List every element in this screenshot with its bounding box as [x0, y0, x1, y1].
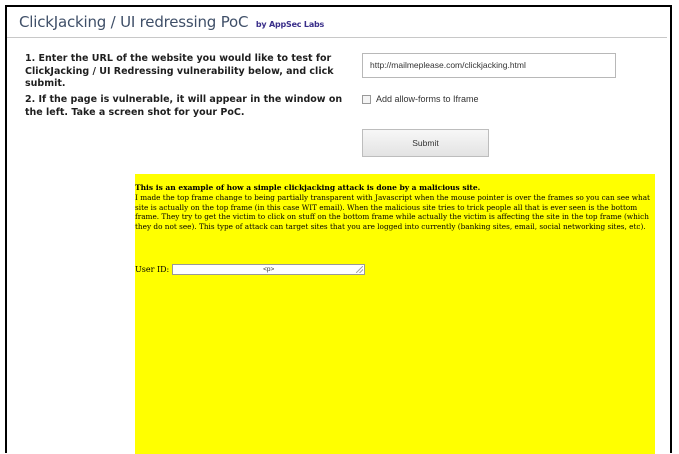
userid-textarea[interactable]: <p>: [172, 264, 366, 275]
allow-forms-label: Add allow-forms to Iframe: [376, 94, 479, 104]
resize-handle-icon[interactable]: [356, 266, 364, 273]
test-iframe[interactable]: This is an example of how a simple click…: [135, 174, 655, 454]
title-text: ClickJacking / UI redressing PoC: [19, 13, 249, 31]
iframe-paragraph: I made the top frame change to being par…: [135, 193, 650, 231]
allow-forms-checkbox[interactable]: [362, 94, 371, 104]
page-title: ClickJacking / UI redressing PoC by AppS…: [19, 13, 324, 31]
instruction-step-2: 2. If the page is vulnerable, it will ap…: [25, 94, 343, 118]
userid-value: <p>: [263, 266, 275, 273]
userid-label: User ID:: [135, 265, 170, 274]
page-header: ClickJacking / UI redressing PoC by AppS…: [7, 9, 667, 38]
userid-row: User ID: <p>: [135, 264, 366, 275]
iframe-heading: This is an example of how a simple click…: [135, 183, 481, 192]
url-input[interactable]: http://mailmeplease.com/clickjacking.htm…: [362, 53, 616, 78]
submit-button[interactable]: Submit: [362, 129, 489, 157]
instruction-step-1: 1. Enter the URL of the website you woul…: [25, 53, 334, 89]
allow-forms-option[interactable]: Add allow-forms to Iframe: [362, 94, 479, 104]
by-appsec-labs: by AppSec Labs: [255, 20, 325, 29]
